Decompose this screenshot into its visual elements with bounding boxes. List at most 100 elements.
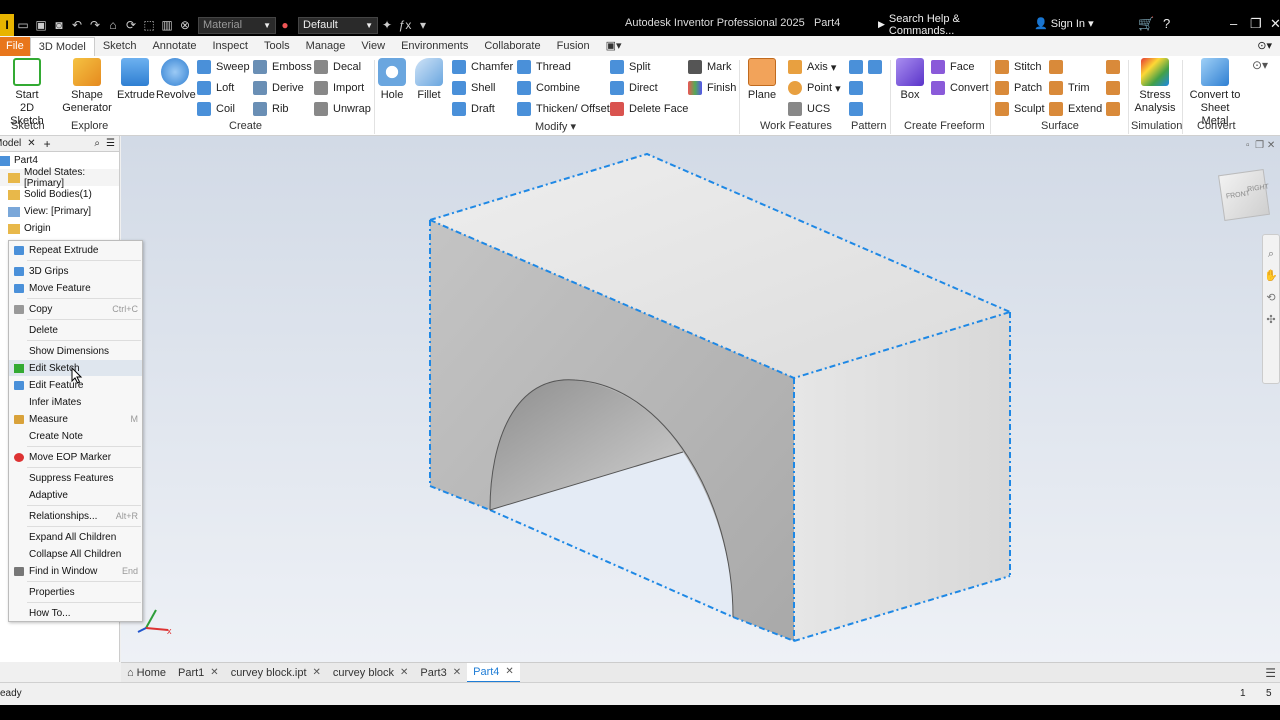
adjust-icon[interactable]: ✦ [378, 16, 396, 34]
params-icon[interactable]: ƒx [396, 16, 414, 34]
tab-sketch[interactable]: Sketch [95, 37, 145, 56]
browser-tab-model[interactable]: Model [0, 138, 21, 149]
close-tab-icon[interactable]: ✕ [505, 666, 513, 677]
close-tab-icon[interactable]: ✕ [400, 667, 408, 678]
appearance-combo[interactable]: Default ▼ [298, 16, 378, 34]
sign-in-link[interactable]: 👤 Sign In ▾ [1034, 17, 1094, 30]
zoom-icon[interactable]: ⌕ [1263, 243, 1279, 265]
menu-item-how-to[interactable]: How To... [9, 605, 142, 621]
doc-tab-part1[interactable]: Part1 ✕ [172, 663, 225, 683]
face-button[interactable]: Face [931, 58, 974, 76]
select-icon[interactable]: ⬚ [140, 16, 158, 34]
tree-node-view[interactable]: View: [Primary] [0, 203, 119, 220]
tab-view[interactable]: View [353, 37, 393, 56]
ribbon-options-icon[interactable]: ▣▾ [598, 37, 630, 56]
tab-annotate[interactable]: Annotate [144, 37, 204, 56]
rib-button[interactable]: Rib [253, 100, 289, 118]
tab-3d-model[interactable]: 3D Model [29, 37, 95, 56]
extrude-button[interactable]: Extrude [117, 58, 155, 102]
undo-icon[interactable]: ↶ [68, 16, 86, 34]
menu-item-measure[interactable]: Measure M [9, 411, 142, 427]
plane-button[interactable]: Plane [745, 58, 779, 102]
tree-node-model-states[interactable]: Model States: [Primary] [0, 167, 119, 189]
graphics-viewport[interactable]: x FRONT RIGHT ▫ ❐ ✕ ⌕ ✋ ⟲ ✣ [121, 136, 1280, 662]
point-button[interactable]: Point ▾ [788, 79, 841, 97]
fillet-button[interactable]: Fillet [413, 58, 445, 102]
viewcube-icon[interactable]: FRONT RIGHT [1218, 169, 1270, 221]
menu-item-relationships[interactable]: Relationships... Alt+R [9, 508, 142, 524]
ribbon-settings-icon[interactable]: ⊙▾ [1252, 58, 1268, 72]
tab-tools[interactable]: Tools [256, 37, 298, 56]
direct-button[interactable]: Direct [610, 79, 658, 97]
coil-button[interactable]: Coil [197, 100, 235, 118]
orbit-icon[interactable]: ⟲ [1263, 287, 1279, 309]
close-button[interactable]: ✕ [1270, 16, 1280, 32]
menu-item-show-dimensions[interactable]: Show Dimensions [9, 343, 142, 359]
repair-bodies-button[interactable] [1106, 58, 1125, 76]
ucs-button[interactable]: UCS [788, 100, 830, 118]
browser-menu-icon[interactable]: ☰ [106, 138, 115, 149]
open-folder-icon[interactable]: ▣ [32, 16, 50, 34]
combine-button[interactable]: Combine [517, 79, 580, 97]
steering-wheel-icon[interactable]: ✣ [1263, 309, 1279, 331]
doc-tab-part3[interactable]: Part3 ✕ [414, 663, 467, 683]
browser-search-icon[interactable]: ⌕ [94, 138, 100, 149]
tab-collaborate[interactable]: Collaborate [476, 37, 548, 56]
measure-quick-icon[interactable]: ▥ [158, 16, 176, 34]
menu-item-create-note[interactable]: Create Note [9, 428, 142, 444]
menu-item-delete[interactable]: Delete [9, 322, 142, 338]
finish-button[interactable]: Finish [688, 79, 736, 97]
chamfer-button[interactable]: Chamfer [452, 58, 513, 76]
doc-tab-curvey-block-ipt[interactable]: curvey block.ipt ✕ [225, 663, 327, 683]
menu-item-copy[interactable]: Copy Ctrl+C [9, 301, 142, 317]
decal-button[interactable]: Decal [314, 58, 361, 76]
thread-button[interactable]: Thread [517, 58, 571, 76]
clear-appearance-icon[interactable]: ⊗ [176, 16, 194, 34]
menu-item-collapse-all-children[interactable]: Collapse All Children [9, 546, 142, 562]
sculpt-button[interactable]: Sculpt [995, 100, 1045, 118]
doc-tab-curvey-block[interactable]: curvey block ✕ [327, 663, 415, 683]
menu-item-3d-grips[interactable]: 3D Grips [9, 263, 142, 279]
loft-button[interactable]: Loft [197, 79, 234, 97]
modify-group-label[interactable]: Modify ▾ [535, 120, 576, 133]
fit-mesh-button[interactable] [1106, 79, 1125, 97]
shell-button[interactable]: Shell [452, 79, 495, 97]
tab-file[interactable]: File [0, 37, 30, 56]
restore-button[interactable]: ❐ [1250, 16, 1262, 32]
menu-item-repeat-extrude[interactable]: Repeat Extrude [9, 242, 142, 258]
menu-item-infer-imates[interactable]: Infer iMates [9, 394, 142, 410]
add-tab-icon[interactable]: + [44, 137, 51, 151]
tabs-menu-icon[interactable]: ☰ [1265, 666, 1276, 680]
box-button[interactable]: Box [895, 58, 925, 102]
cart-icon[interactable]: 🛒 [1138, 16, 1154, 32]
revolve-button[interactable]: Revolve [156, 58, 196, 102]
tab-environments[interactable]: Environments [393, 37, 476, 56]
replace-face-button[interactable] [1106, 100, 1125, 118]
ribbon-minimize-icon[interactable]: ⊙▾ [1257, 37, 1280, 56]
patch-button[interactable]: Patch [995, 79, 1042, 97]
help-icon[interactable]: ? [1163, 16, 1170, 31]
home-icon[interactable]: ⌂ [104, 16, 122, 34]
minimize-button[interactable]: – [1230, 16, 1237, 31]
doc-tab-home[interactable]: ⌂ Home [121, 663, 172, 683]
derive-button[interactable]: Derive [253, 79, 304, 97]
extend-button[interactable]: Extend [1049, 100, 1102, 118]
sketch-pattern-button[interactable] [849, 100, 868, 118]
start-sketch-button[interactable]: Start 2D Sketch [5, 58, 49, 128]
menu-item-find-in-window[interactable]: Find in Window End [9, 563, 142, 579]
import-button[interactable]: Import [314, 79, 364, 97]
sweep-button[interactable]: Sweep [197, 58, 250, 76]
unwrap-button[interactable]: Unwrap [314, 100, 371, 118]
trim-button[interactable]: Trim [1049, 79, 1090, 97]
new-file-icon[interactable]: ▭ [14, 16, 32, 34]
update-icon[interactable]: ⟳ [122, 16, 140, 34]
hole-button[interactable]: Hole [377, 58, 407, 102]
tree-node-solid-bodies[interactable]: Solid Bodies(1) [0, 186, 119, 203]
convert-sheet-metal-button[interactable]: Convert to Sheet Metal [1186, 58, 1244, 128]
doc-tab-part4[interactable]: Part4 ✕ [467, 662, 520, 683]
material-combo[interactable]: Material ▼ [198, 16, 276, 34]
thicken-offset-button[interactable]: Thicken/ Offset [517, 100, 610, 118]
split-button[interactable]: Split [610, 58, 650, 76]
save-icon[interactable]: ◙ [50, 16, 68, 34]
viewport-minimize-icon[interactable]: ▫ ❐ ✕ [1246, 140, 1275, 151]
